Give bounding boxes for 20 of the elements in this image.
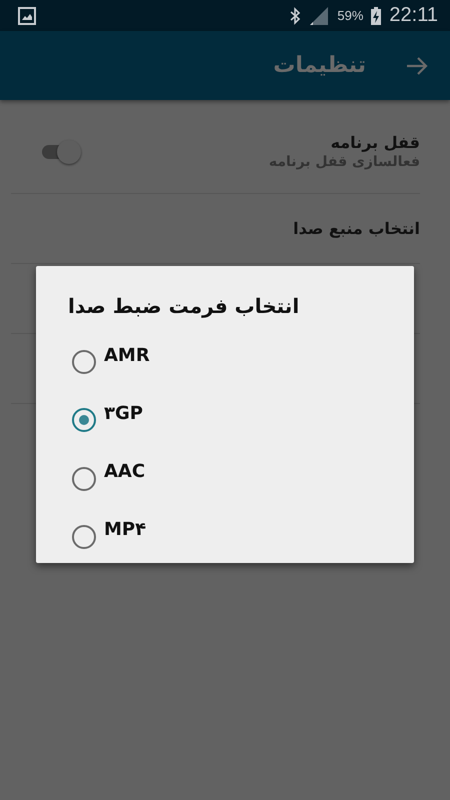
clock: 22:11 (389, 4, 438, 27)
radio-icon[interactable] (72, 408, 96, 432)
back-arrow-icon[interactable] (406, 56, 428, 76)
battery-charging-icon (371, 6, 382, 24)
battery-percent: 59% (337, 8, 364, 23)
radio-icon[interactable] (72, 524, 96, 549)
setting-title: انتخاب منبع صدا (293, 219, 420, 238)
format-option[interactable]: AAC (72, 446, 146, 505)
format-option[interactable]: AMR (72, 330, 150, 388)
setting-title: قفل برنامه (330, 133, 420, 152)
screen-title: تنظیمات (273, 53, 366, 78)
radio-icon[interactable] (72, 466, 96, 491)
dialog-title: انتخاب فرمت ضبط صدا (68, 294, 300, 318)
bluetooth-icon (289, 6, 302, 24)
format-option[interactable]: ۳GP (72, 388, 143, 446)
format-option[interactable]: MP۴ (72, 504, 146, 563)
toggle-switch[interactable] (42, 138, 82, 164)
radio-icon[interactable] (72, 350, 96, 374)
gallery-icon (18, 6, 36, 24)
signal-icon (309, 6, 330, 26)
